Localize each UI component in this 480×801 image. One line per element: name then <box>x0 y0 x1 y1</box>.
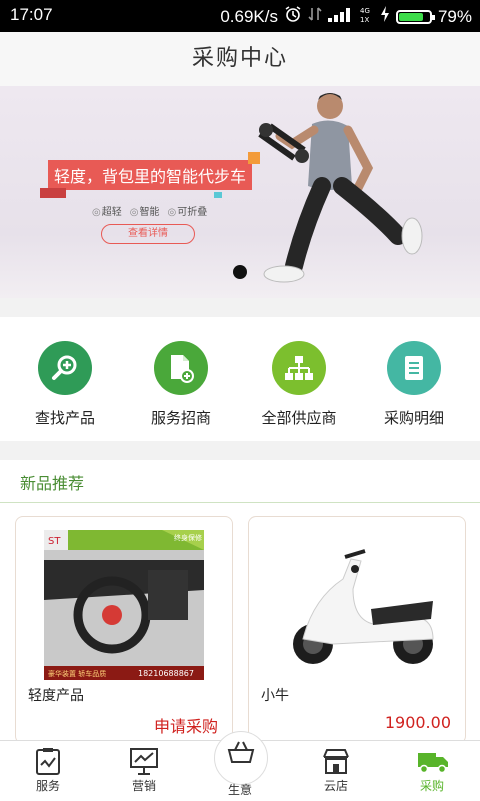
tab-business[interactable] <box>214 731 268 785</box>
quick-all-suppliers[interactable]: 全部供应商 <box>239 341 359 428</box>
tab-service[interactable]: 服务 <box>0 741 96 801</box>
data-transfer-icon <box>308 6 322 27</box>
svg-text:4G: 4G <box>360 7 370 15</box>
banner-headline-text: 轻度，背包里的智能代步车 <box>54 167 247 186</box>
banner-feature: 可折叠 <box>167 203 207 218</box>
image-ribbon-text: 终身保修 <box>174 533 202 542</box>
quick-label: 采购明细 <box>383 409 444 427</box>
alarm-icon <box>284 5 302 28</box>
status-bar: 17:07 0.69K/s 4G 1X 79% <box>0 0 480 32</box>
carousel-indicator[interactable] <box>233 265 247 279</box>
banner-headline: 轻度，背包里的智能代步车 <box>40 152 261 198</box>
promo-banner[interactable]: 轻度，背包里的智能代步车 超轻 智能 可折叠 查看详情 <box>0 86 480 298</box>
quick-purchase-details[interactable]: 采购明细 <box>354 341 474 428</box>
clipboard-chart-icon <box>33 747 63 775</box>
delivery-truck-icon <box>417 747 448 775</box>
presentation-board-icon <box>129 747 159 775</box>
banner-accent-orange <box>248 152 261 164</box>
tab-label: 生意 <box>227 783 252 797</box>
product-card[interactable]: ST 终身保修 豪华装置 轿车品质 18210688867 轻度产品 申请采购 <box>15 516 233 744</box>
product-name: 小牛 <box>261 688 289 704</box>
product-card[interactable]: 小牛 1900.00 <box>248 516 466 744</box>
banner-details-button[interactable]: 查看详情 <box>101 224 195 244</box>
search-plus-icon <box>38 341 92 395</box>
tab-cloud-store[interactable]: 云店 <box>288 741 384 801</box>
bottom-tab-bar: 服务 营销 生意 云店 采购 <box>0 731 480 801</box>
tab-label: 采购 <box>419 779 444 793</box>
battery-percent: 79% <box>437 6 472 26</box>
section-divider <box>0 502 480 503</box>
quick-label: 查找产品 <box>34 409 95 427</box>
banner-features: 超轻 智能 可折叠 <box>92 203 207 218</box>
apply-purchase-link[interactable]: 申请采购 <box>154 713 218 737</box>
tab-marketing[interactable]: 营销 <box>96 741 192 801</box>
image-caption-text: 豪华装置 轿车品质 <box>48 669 106 678</box>
network-speed: 0.69K/s <box>220 6 278 26</box>
quick-service-recruit[interactable]: 服务招商 <box>121 341 241 428</box>
section-title: 新品推荐 <box>20 474 85 493</box>
image-phone-text: 18210688867 <box>138 669 194 678</box>
tab-label: 云店 <box>323 779 348 793</box>
4g-icon: 4G 1X <box>360 5 374 28</box>
signal-icon <box>327 7 354 27</box>
product-image-car-interior: ST 终身保修 豪华装置 轿车品质 18210688867 <box>44 530 204 680</box>
document-add-icon <box>154 341 208 395</box>
tab-label: 服务 <box>35 779 60 793</box>
quick-label: 全部供应商 <box>261 409 337 427</box>
svg-text:1X: 1X <box>360 16 369 23</box>
product-name: 轻度产品 <box>28 688 84 704</box>
basket-icon <box>227 741 255 763</box>
list-document-icon <box>387 341 441 395</box>
battery-icon <box>395 9 435 24</box>
tab-label: 营销 <box>131 779 156 793</box>
svg-text:ST: ST <box>48 536 61 547</box>
tab-purchase[interactable]: 采购 <box>384 741 480 801</box>
storefront-icon <box>321 747 351 775</box>
quick-find-products[interactable]: 查找产品 <box>5 341 125 428</box>
org-chart-icon <box>272 341 326 395</box>
charging-icon <box>380 6 390 27</box>
product-image-scooter <box>293 549 434 664</box>
status-time: 17:07 <box>10 5 53 24</box>
banner-accent-teal <box>214 192 222 198</box>
battery-fill <box>398 12 423 21</box>
quick-label: 服务招商 <box>150 409 211 427</box>
banner-feature: 超轻 <box>92 203 122 218</box>
product-price: 1900.00 <box>384 713 451 732</box>
page-title: 采购中心 <box>191 46 288 71</box>
banner-feature: 智能 <box>130 203 159 218</box>
quick-actions: 查找产品 服务招商 全部供应商 采购明细 <box>0 317 480 441</box>
status-right: 0.69K/s 4G 1X 79% <box>220 5 472 28</box>
page-header: 采购中心 <box>0 32 480 87</box>
runner-illustration <box>258 93 423 283</box>
banner-accent-red <box>40 188 66 198</box>
